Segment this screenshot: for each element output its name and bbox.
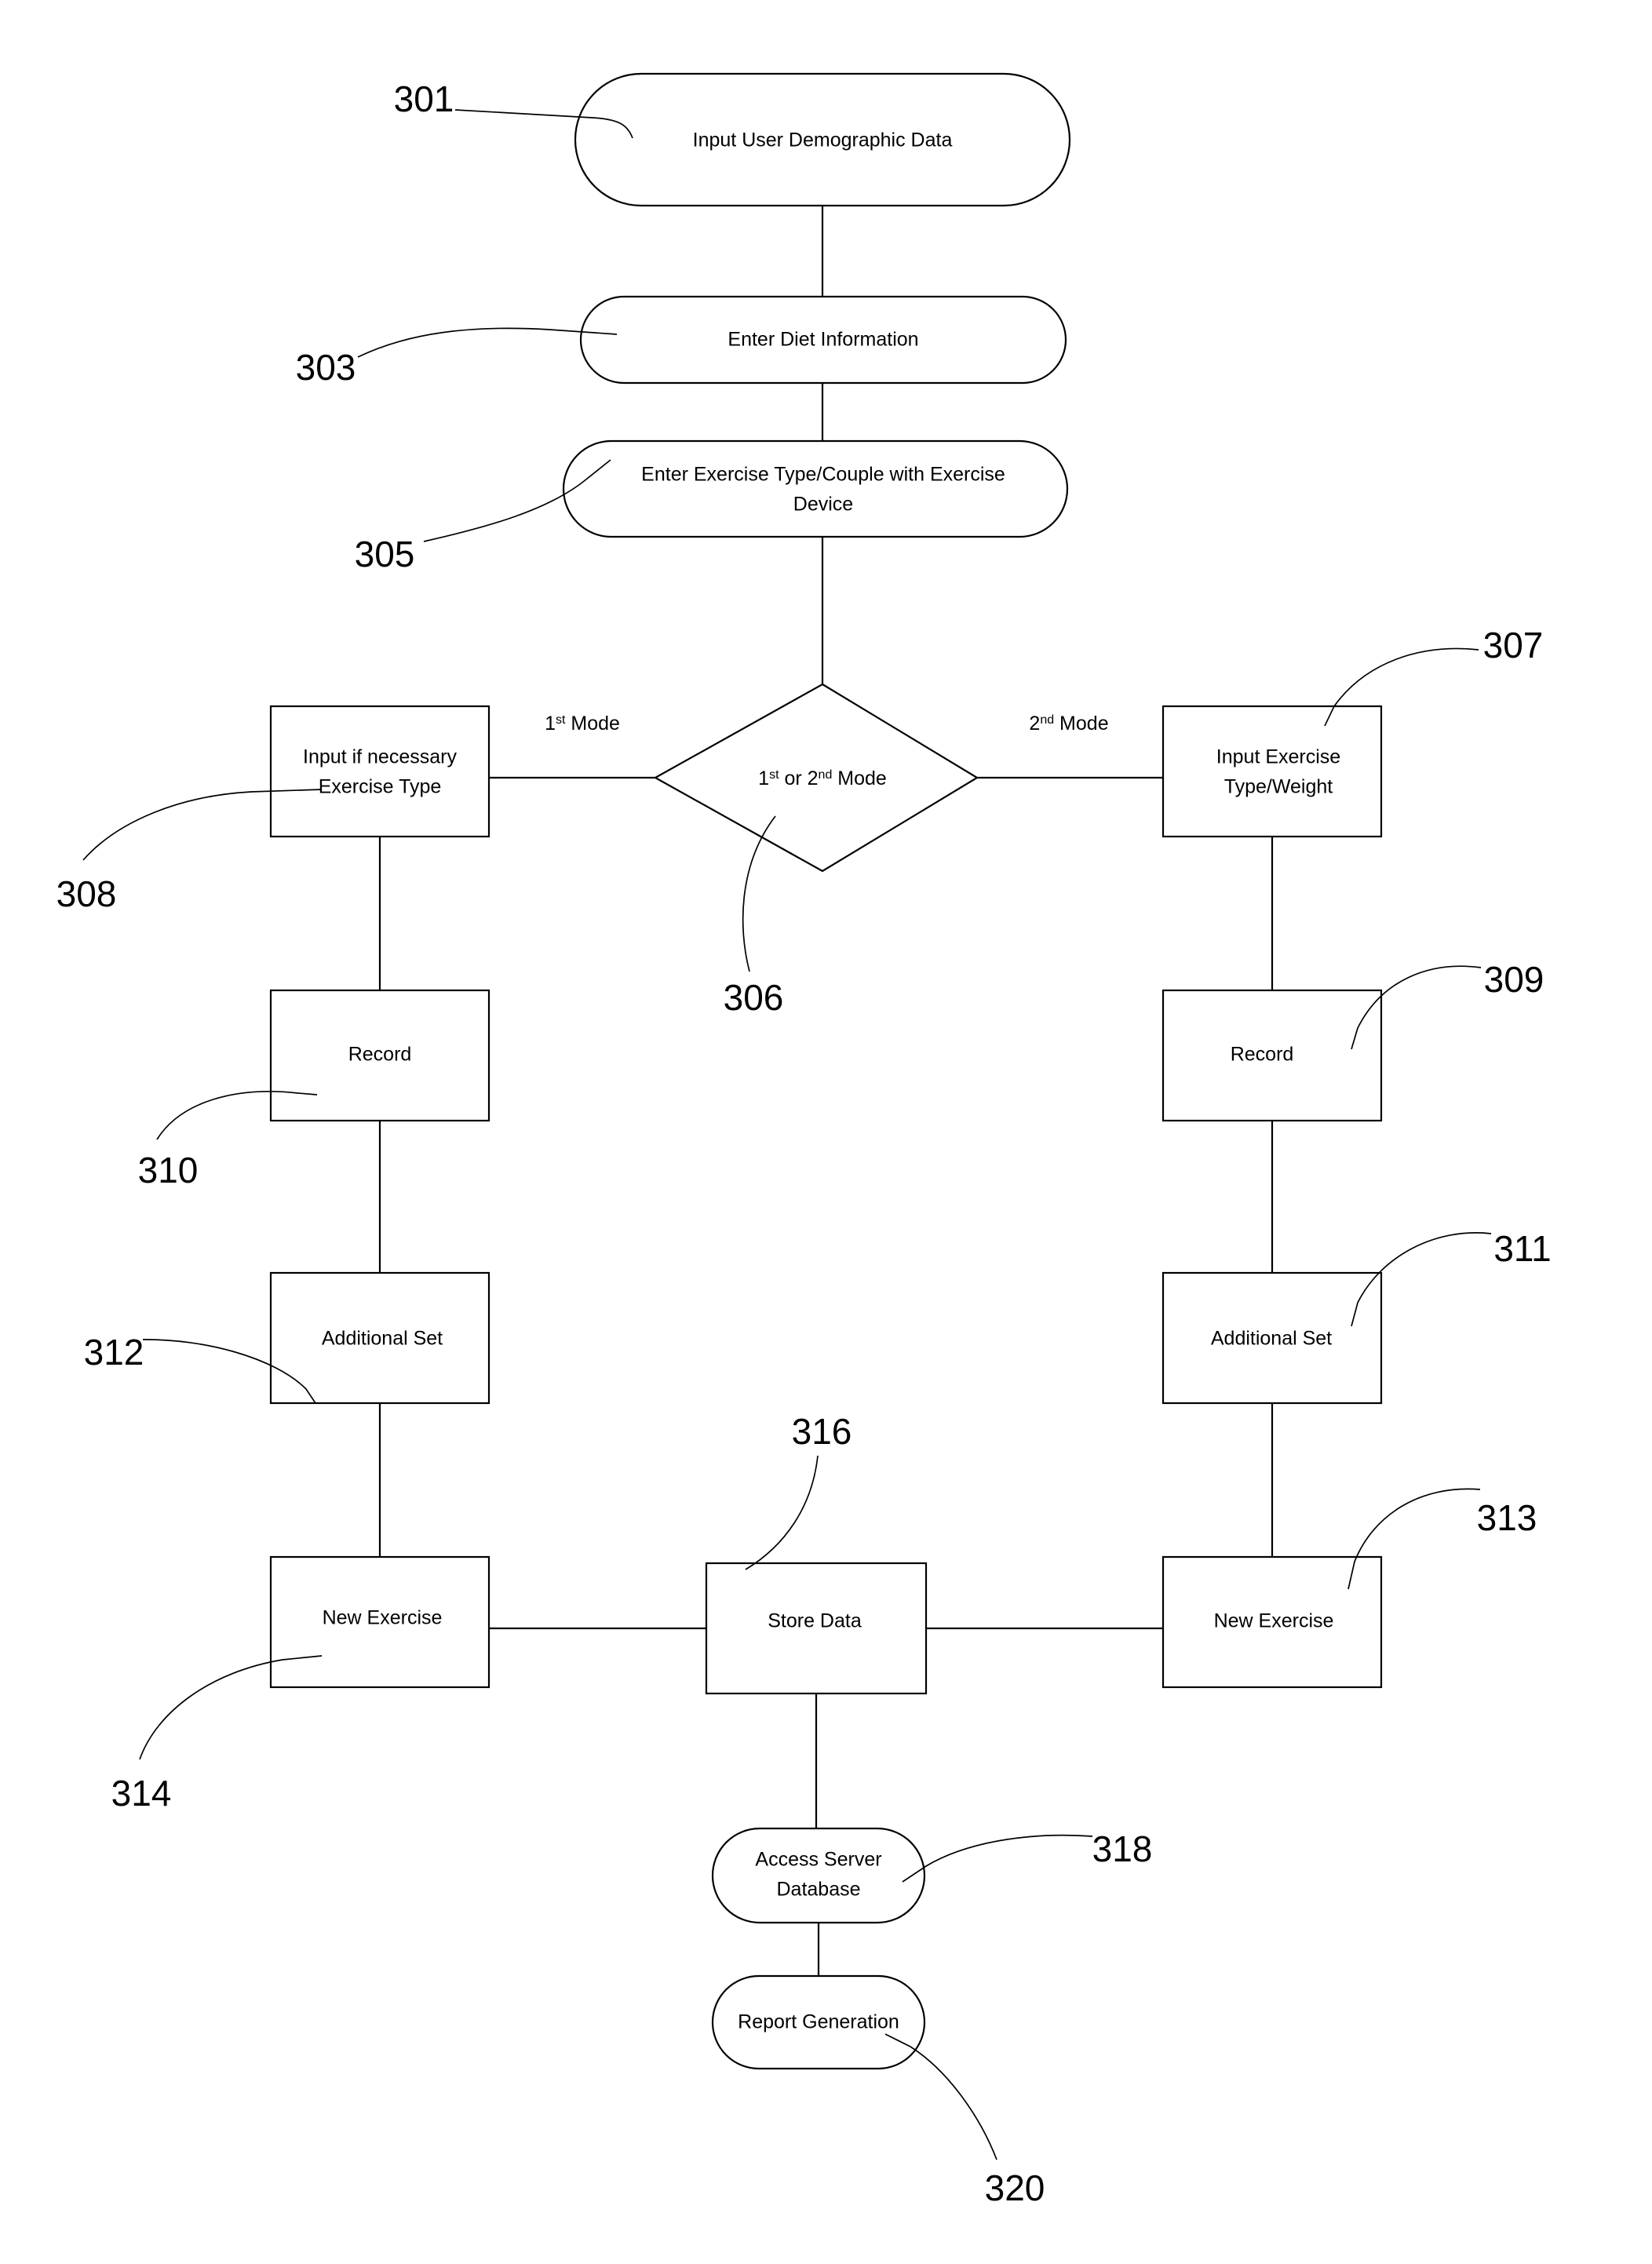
flowchart-figure: Input User Demographic Data Enter Diet I… — [0, 0, 1652, 2264]
ref-number-311: 311 — [1493, 1228, 1551, 1269]
ref-number-303: 303 — [296, 347, 356, 388]
node-318-label-line1: Access Server — [755, 1849, 881, 1871]
ref-number-316: 316 — [792, 1411, 852, 1452]
node-305-label-line2: Device — [793, 494, 853, 516]
node-318-access-server-database[interactable]: Access Server Database — [711, 1827, 926, 1924]
node-308-label-line2: Exercise Type — [319, 776, 442, 798]
ref-number-318: 318 — [1092, 1828, 1153, 1869]
leader-316 — [745, 1455, 819, 1570]
node-312-additional-set-left[interactable]: Additional Set — [269, 1271, 490, 1405]
node-311-label: Additional Set — [1211, 1328, 1332, 1350]
node-305-label-line1: Enter Exercise Type/Couple with Exercise — [641, 464, 1005, 486]
node-318-label-line2: Database — [776, 1879, 860, 1901]
node-303-enter-diet-information[interactable]: Enter Diet Information — [579, 295, 1067, 385]
node-318-shape — [711, 1827, 926, 1924]
node-310-label: Record — [348, 1044, 412, 1066]
edge-label-1st-mode: 1st Mode — [545, 713, 620, 735]
ref-number-305: 305 — [355, 534, 415, 574]
node-306-label-mid: or 2 — [779, 767, 819, 789]
node-306-mode-decision[interactable]: 1st or 2nd Mode — [653, 683, 979, 873]
ref-number-313: 313 — [1477, 1497, 1537, 1538]
edge-label-2nd-mode: 2nd Mode — [1029, 713, 1108, 735]
node-320-label: Report Generation — [738, 2011, 899, 2033]
flowchart-canvas: Input User Demographic Data Enter Diet I… — [57, 72, 1552, 2208]
edge-label-2nd-mode-word: Mode — [1054, 713, 1108, 735]
node-307-label-line1: Input Exercise — [1216, 746, 1340, 768]
ref-number-306: 306 — [724, 977, 784, 1018]
node-307-shape — [1162, 705, 1383, 838]
node-314-label: New Exercise — [323, 1607, 443, 1629]
ref-number-310: 310 — [138, 1150, 199, 1190]
ref-number-309: 309 — [1484, 959, 1544, 1000]
edge-label-2nd-mode-num: 2 — [1029, 713, 1040, 735]
ref-number-312: 312 — [84, 1332, 144, 1373]
node-309-record-right[interactable]: Record — [1162, 989, 1383, 1122]
node-305-enter-exercise-type[interactable]: Enter Exercise Type/Couple with Exercise… — [562, 439, 1069, 538]
node-307-input-exercise-type-weight[interactable]: Input Exercise Type/Weight — [1162, 705, 1383, 838]
node-314-new-exercise-left[interactable]: New Exercise — [269, 1555, 490, 1689]
ref-number-301: 301 — [394, 78, 454, 119]
node-320-report-generation[interactable]: Report Generation — [711, 1974, 926, 2070]
edge-label-1st-mode-sup: st — [556, 713, 566, 727]
node-301-input-user-demographic-data[interactable]: Input User Demographic Data — [574, 72, 1071, 207]
edge-label-2nd-mode-sup: nd — [1040, 713, 1054, 727]
edge-label-1st-mode-num: 1 — [545, 713, 556, 735]
node-306-label-part1: 1 — [758, 767, 769, 789]
edge-label-1st-mode-word: Mode — [565, 713, 619, 735]
node-308-label-line1: Input if necessary — [303, 746, 457, 768]
ref-number-314: 314 — [111, 1773, 172, 1814]
leader-318 — [902, 1834, 1093, 1883]
node-305-shape — [562, 439, 1069, 538]
node-313-new-exercise-right[interactable]: New Exercise — [1162, 1555, 1383, 1689]
node-312-label: Additional Set — [322, 1328, 443, 1350]
node-307-label-line2: Type/Weight — [1224, 776, 1333, 798]
node-310-record-left[interactable]: Record — [269, 989, 490, 1122]
node-311-additional-set-right[interactable]: Additional Set — [1162, 1271, 1383, 1405]
node-308-shape — [269, 705, 490, 838]
ref-number-308: 308 — [57, 873, 117, 914]
node-313-label: New Exercise — [1214, 1610, 1334, 1632]
leader-303 — [357, 327, 618, 358]
node-308-input-if-necessary-exercise-type[interactable]: Input if necessary Exercise Type — [269, 705, 490, 838]
node-306-label-sup2: nd — [819, 768, 833, 782]
node-303-label: Enter Diet Information — [728, 329, 918, 351]
node-306-label-sup1: st — [769, 768, 779, 782]
node-316-store-data[interactable]: Store Data — [705, 1562, 928, 1695]
ref-number-307: 307 — [1483, 625, 1544, 665]
node-309-label: Record — [1231, 1044, 1294, 1066]
node-316-label: Store Data — [768, 1610, 862, 1632]
node-301-label: Input User Demographic Data — [693, 129, 953, 151]
node-306-label-part2: Mode — [832, 767, 886, 789]
ref-number-320: 320 — [985, 2167, 1045, 2208]
